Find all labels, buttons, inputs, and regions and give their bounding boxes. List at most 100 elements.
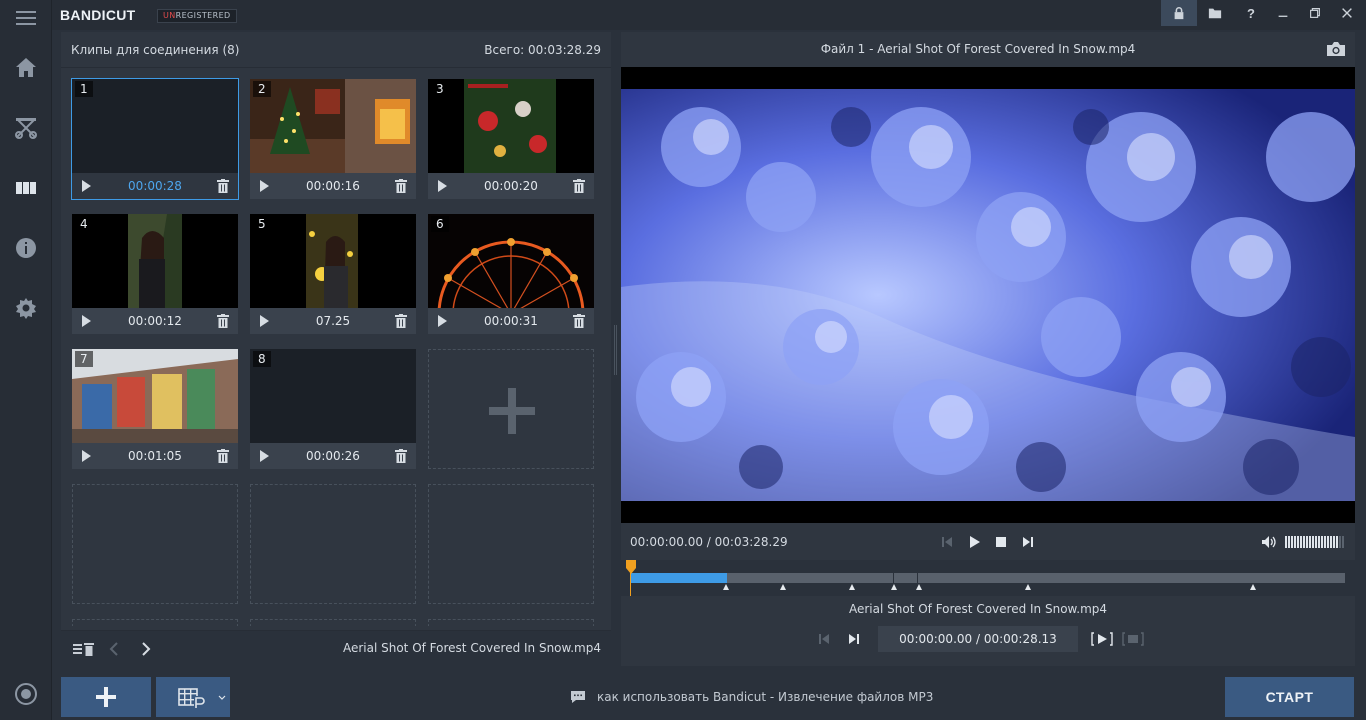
playhead-marker-icon[interactable] (626, 560, 636, 574)
clear-list-icon[interactable] (73, 642, 95, 656)
close-icon (1342, 8, 1352, 18)
clips-title: Клипы для соединения (8) (71, 43, 240, 57)
clip-card-4[interactable]: 4 00:00:12 (72, 214, 238, 334)
clip-card-7[interactable]: 7 00:01:05 (72, 349, 238, 469)
clip-card-1[interactable]: 1 00:00:28 (71, 78, 239, 200)
clips-panel-header: Клипы для соединения (8) Всего: 00:03:28… (61, 32, 611, 68)
restore-button[interactable] (1297, 0, 1333, 26)
trash-icon[interactable] (217, 179, 229, 193)
segment-marker[interactable] (780, 584, 786, 590)
trash-icon[interactable] (395, 449, 407, 463)
segment-marker[interactable] (849, 584, 855, 590)
volume-icon[interactable] (1261, 535, 1278, 549)
clip-card-8[interactable]: 8 00:00:26 (250, 349, 416, 469)
join-film-icon[interactable] (12, 174, 40, 202)
clip-number: 7 (75, 351, 93, 367)
info-icon[interactable] (12, 234, 40, 262)
empty-clip-slot (250, 619, 416, 626)
trash-icon[interactable] (573, 314, 585, 328)
empty-clip-slot (250, 484, 416, 604)
clips-total-duration: Всего: 00:03:28.29 (484, 43, 601, 57)
title-bar: BANDICUT UNREGISTERED ? (52, 0, 1366, 30)
volume-bar (1297, 536, 1299, 548)
clip-duration: 00:00:16 (306, 179, 360, 193)
panel-resize-handle[interactable] (614, 325, 617, 375)
segment-marker[interactable] (916, 584, 922, 590)
empty-clip-slot (428, 484, 594, 604)
empty-clip-slot (72, 619, 238, 626)
settings-gear-icon[interactable] (12, 294, 40, 322)
badge-rest: REGISTERED (175, 11, 231, 20)
play-icon[interactable] (969, 535, 981, 549)
segment-marker[interactable] (723, 584, 729, 590)
stop-icon[interactable] (995, 536, 1007, 548)
clip-controls: 00:00:28 (72, 173, 238, 199)
home-icon[interactable] (12, 54, 40, 82)
segment-time[interactable]: 00:00:00.00 / 00:00:28.13 (878, 626, 1078, 652)
stop-segment-icon[interactable] (1122, 632, 1144, 646)
chevron-down-icon (218, 695, 226, 700)
play-segment-icon[interactable] (1091, 632, 1113, 646)
segment-marker[interactable] (891, 584, 897, 590)
video-preview[interactable] (621, 67, 1355, 523)
volume-bar (1288, 536, 1290, 548)
timeline[interactable] (621, 560, 1355, 596)
camera-snapshot-icon[interactable] (1326, 41, 1346, 57)
clip-card-6[interactable]: 6 00:00:31 (428, 214, 594, 334)
next-page-icon[interactable] (141, 642, 151, 656)
clip-controls: 00:01:05 (72, 443, 238, 469)
close-button[interactable] (1329, 0, 1365, 26)
trash-icon[interactable] (217, 314, 229, 328)
clip-duration: 00:01:05 (128, 449, 182, 463)
volume-slider[interactable] (1285, 536, 1345, 548)
trash-icon[interactable] (395, 314, 407, 328)
trash-icon[interactable] (217, 449, 229, 463)
unregistered-badge[interactable]: UNREGISTERED (157, 9, 237, 23)
open-folder-button[interactable] (1197, 0, 1233, 26)
skip-to-end-icon[interactable] (1022, 536, 1034, 548)
lock-button[interactable] (1161, 0, 1197, 26)
clip-number: 5 (253, 216, 271, 232)
clips-panel-footer: Aerial Shot Of Forest Covered In Snow.mp… (61, 630, 611, 666)
segment-marker[interactable] (1025, 584, 1031, 590)
clip-card-2[interactable]: 2 00:00:16 (250, 79, 416, 199)
clip-duration: 00:00:12 (128, 314, 182, 328)
cut-icon[interactable] (12, 114, 40, 142)
volume-bar (1303, 536, 1305, 548)
timeline-progress (631, 573, 727, 583)
help-hint-text[interactable]: как использовать Bandicut - Извлечение ф… (597, 690, 933, 704)
trash-icon[interactable] (395, 179, 407, 193)
skip-to-start-icon[interactable] (941, 536, 953, 548)
clips-grid: 1 00:00:28 2 00:00:16 3 00:00:20 4 00:00… (61, 68, 611, 626)
playhead-line (630, 573, 631, 596)
start-button[interactable]: СТАРТ (1225, 677, 1354, 717)
volume-bar (1315, 536, 1317, 548)
volume-bar (1339, 536, 1341, 548)
playback-controls: 00:00:00.00 / 00:03:28.29 (621, 524, 1355, 560)
clip-card-3[interactable]: 3 00:00:20 (428, 79, 594, 199)
add-clip-slot[interactable] (428, 349, 594, 469)
record-icon[interactable] (12, 680, 40, 708)
segment-marker[interactable] (1250, 584, 1256, 590)
volume-bar (1336, 536, 1338, 548)
join-mode-dropdown[interactable] (156, 677, 230, 717)
timeline-track (631, 573, 1345, 583)
add-clip-button[interactable] (61, 677, 151, 717)
previous-page-icon[interactable] (109, 642, 119, 656)
trash-icon[interactable] (573, 179, 585, 193)
app-logo: BANDICUT (60, 7, 136, 23)
next-segment-icon[interactable] (848, 633, 860, 645)
volume-bar (1327, 536, 1329, 548)
clip-card-5[interactable]: 5 07.25 (250, 214, 416, 334)
help-button[interactable]: ? (1233, 0, 1269, 26)
clip-thumbnail (72, 79, 238, 173)
preview-header: Файл 1 - Aerial Shot Of Forest Covered I… (621, 32, 1355, 66)
film-settings-icon (178, 688, 205, 708)
clip-controls: 00:00:16 (250, 173, 416, 199)
clip-thumbnail-woman-tree (72, 214, 238, 308)
minimize-button[interactable] (1265, 0, 1301, 26)
segment-separator (917, 573, 918, 583)
minimize-icon (1278, 15, 1288, 17)
hamburger-menu-icon[interactable] (12, 4, 40, 32)
previous-segment-icon[interactable] (818, 633, 830, 645)
